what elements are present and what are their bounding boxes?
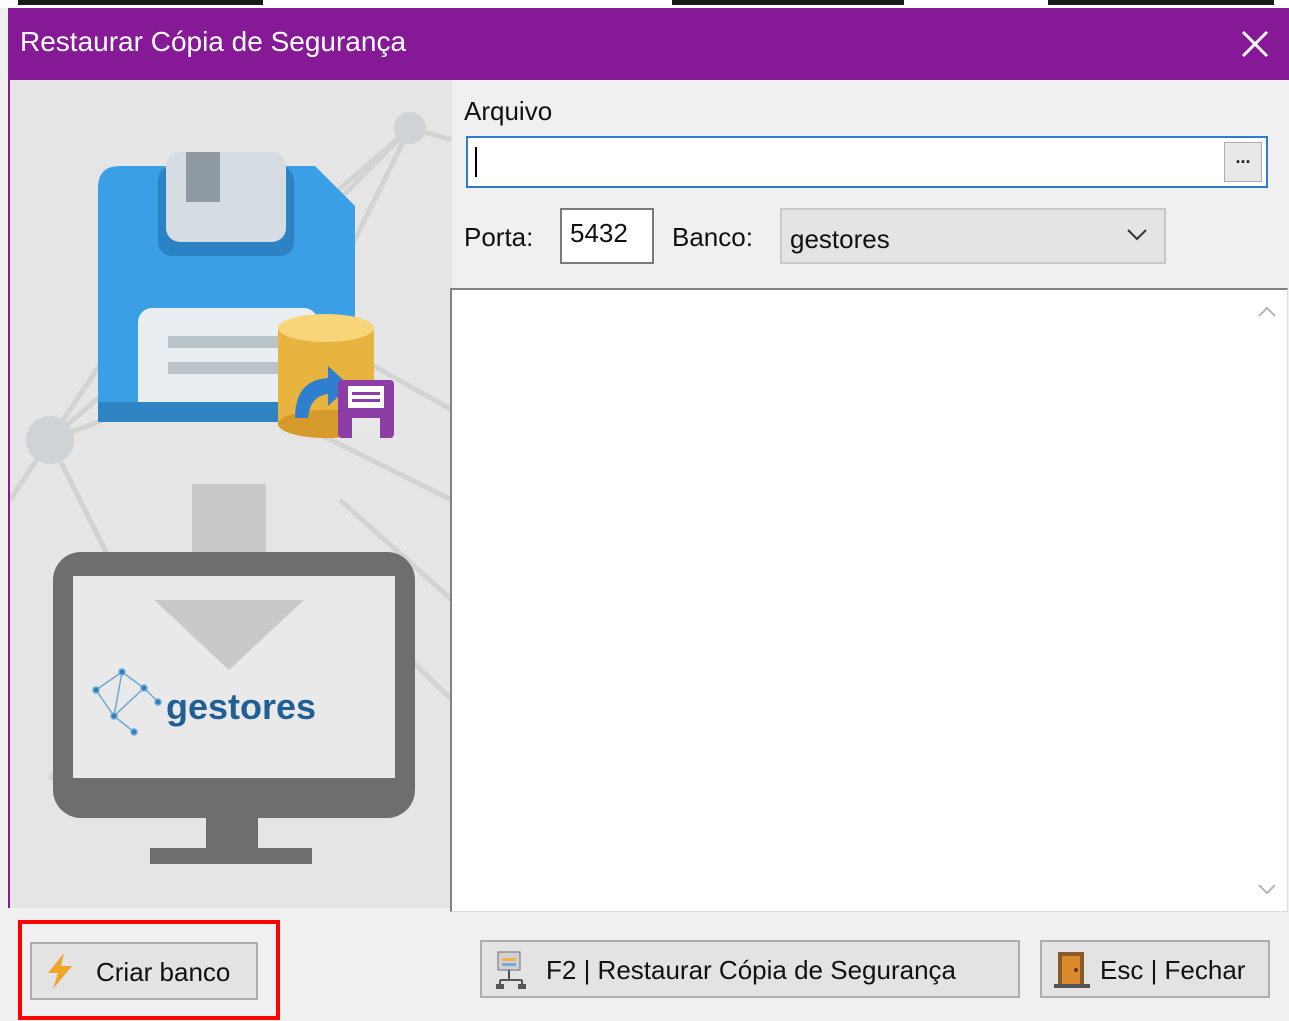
fechar-label: Esc | Fechar [1100, 955, 1246, 985]
background-text [1048, 0, 1274, 5]
highlight-box [18, 920, 280, 1020]
title-bar: Restaurar Cópia de Segurança [8, 8, 1289, 80]
door-icon [1054, 952, 1090, 988]
banco-selected-value: gestores [790, 224, 890, 254]
arquivo-field[interactable]: ... [466, 136, 1268, 188]
database-restore-icon [278, 314, 394, 438]
scroll-up-icon[interactable] [1257, 306, 1277, 318]
illustration-panel: gestores [8, 80, 452, 908]
restore-dialog: Restaurar Cópia de Segurança gestores Ar… [8, 8, 1289, 1021]
restaurar-button[interactable]: F2 | Restaurar Cópia de Segurança [480, 940, 1020, 998]
porta-input[interactable]: 5432 [560, 208, 654, 264]
banco-label: Banco: [672, 222, 753, 252]
arquivo-label: Arquivo [464, 96, 553, 126]
porta-label: Porta: [464, 222, 534, 252]
browse-button[interactable]: ... [1224, 142, 1262, 182]
restore-network-icon [496, 951, 526, 989]
brand-text: gestores [166, 686, 317, 727]
form-panel: Arquivo ... Porta: 5432 Banco: gestores [450, 80, 1289, 912]
banco-select[interactable]: gestores [780, 208, 1166, 264]
background-text [672, 0, 904, 5]
chevron-down-icon [1127, 229, 1147, 241]
restaurar-label: F2 | Restaurar Cópia de Segurança [546, 955, 956, 985]
text-caret [475, 147, 477, 177]
fechar-button[interactable]: Esc | Fechar [1040, 940, 1270, 998]
restore-illustration [10, 112, 452, 864]
window-title: Restaurar Cópia de Segurança [20, 26, 407, 57]
scroll-down-icon[interactable] [1257, 883, 1277, 895]
arquivo-input[interactable] [474, 144, 1218, 182]
background-window-strip [0, 0, 1289, 8]
log-output-area[interactable] [450, 288, 1288, 912]
background-text [18, 0, 263, 5]
close-icon[interactable] [1239, 28, 1271, 60]
